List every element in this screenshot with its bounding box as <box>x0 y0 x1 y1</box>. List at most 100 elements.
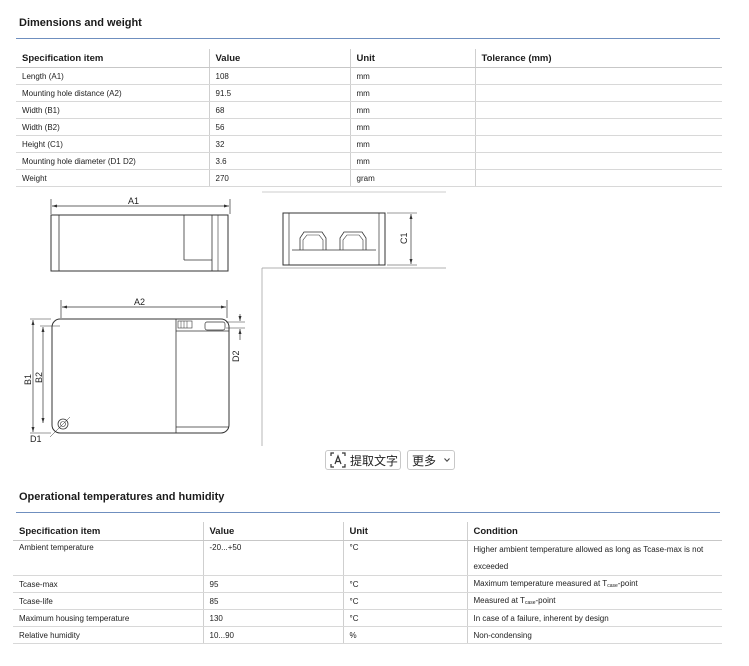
column-header: Specification item <box>16 49 209 68</box>
chevron-down-icon <box>444 458 450 463</box>
table-row: Height (C1) 32 mm <box>16 135 722 153</box>
column-header: Tolerance (mm) <box>474 49 722 68</box>
unit-cell: mm <box>349 118 475 136</box>
spec-item-cell: Width (B1) <box>16 101 209 119</box>
condition-line: exceeded <box>473 562 509 571</box>
value-cell: 270 <box>208 169 350 187</box>
extract-text-button[interactable]: 提取文字 <box>325 450 401 470</box>
unit-cell: mm <box>349 101 475 119</box>
extract-text-label: 提取文字 <box>350 453 399 468</box>
tolerance-cell <box>474 101 722 119</box>
spec-item-cell: Tcase-max <box>13 575 203 593</box>
condition-cell: Higher ambient temperature allowed as lo… <box>466 540 722 576</box>
unit-cell: °C <box>342 592 467 610</box>
spec-item-cell: Length (A1) <box>16 67 209 85</box>
dimensions-title-rule <box>16 38 720 39</box>
tolerance-cell <box>474 118 722 136</box>
unit-cell: mm <box>349 135 475 153</box>
value-cell: 3.6 <box>208 152 350 170</box>
tolerance-cell <box>474 152 722 170</box>
temperatures-section-title: Operational temperatures and humidity <box>19 491 225 503</box>
spec-item-cell: Tcase-life <box>13 592 203 610</box>
table-row: Tcase-life 85 °C Measured at Tcase-point <box>13 592 722 610</box>
condition-text: -point <box>535 596 556 605</box>
spec-item-cell: Width (B2) <box>16 118 209 136</box>
table-row: Weight 270 gram <box>16 169 722 187</box>
value-cell: 85 <box>202 592 343 610</box>
value-cell: 108 <box>208 67 350 85</box>
label-a1: A1 <box>128 196 139 206</box>
label-c1: C1 <box>399 232 409 244</box>
value-cell: 10...90 <box>202 626 343 644</box>
label-b1: B1 <box>23 374 33 385</box>
condition-subscript: case <box>524 600 536 606</box>
label-b2: B2 <box>34 372 44 383</box>
condition-text: -point <box>617 579 638 588</box>
condition-text: Maximum temperature measured at T <box>473 579 608 588</box>
table-row: Tcase-max 95 °C Maximum temperature meas… <box>13 575 722 593</box>
text-extract-icon <box>330 452 346 468</box>
table-row: Width (B1) 68 mm <box>16 101 722 119</box>
condition-cell: In case of a failure, inherent by design <box>466 609 722 627</box>
value-cell: 95 <box>202 575 343 593</box>
value-cell: 56 <box>208 118 350 136</box>
dimensions-section-title: Dimensions and weight <box>19 17 142 29</box>
value-cell: 32 <box>208 135 350 153</box>
table-row: Relative humidity 10...90 % Non-condensi… <box>13 626 722 644</box>
top-view: A2 B1 B2 D2 D1 <box>23 297 245 444</box>
table-row: Mounting hole diameter (D1 D2) 3.6 mm <box>16 152 722 170</box>
value-cell: -20...+50 <box>202 540 343 576</box>
column-header: Unit <box>342 522 467 541</box>
condition-text: Measured at T <box>473 596 525 605</box>
label-d1: D1 <box>30 434 42 444</box>
spec-item-cell: Mounting hole distance (A2) <box>16 84 209 102</box>
unit-cell: gram <box>349 169 475 187</box>
label-a2: A2 <box>134 297 145 307</box>
unit-cell: °C <box>342 609 467 627</box>
spec-item-cell: Height (C1) <box>16 135 209 153</box>
table-header-row: Specification item Value Unit Tolerance … <box>16 49 722 68</box>
value-cell: 91.5 <box>208 84 350 102</box>
spec-item-cell: Relative humidity <box>13 626 203 644</box>
tolerance-cell <box>474 135 722 153</box>
unit-cell: % <box>342 626 467 644</box>
more-label: 更多 <box>412 453 437 468</box>
spec-item-cell: Mounting hole diameter (D1 D2) <box>16 152 209 170</box>
unit-cell: °C <box>342 540 467 576</box>
column-header: Condition <box>466 522 722 541</box>
tolerance-cell <box>474 84 722 102</box>
column-header: Specification item <box>13 522 203 541</box>
column-header: Value <box>208 49 350 68</box>
table-header-row: Specification item Value Unit Condition <box>13 522 722 541</box>
condition-cell: Maximum temperature measured at Tcase-po… <box>466 575 722 593</box>
condition-line: Higher ambient temperature allowed as lo… <box>473 545 704 554</box>
table-row: Maximum housing temperature 130 °C In ca… <box>13 609 722 627</box>
tolerance-cell <box>474 67 722 85</box>
unit-cell: mm <box>349 152 475 170</box>
column-header: Value <box>202 522 343 541</box>
unit-cell: °C <box>342 575 467 593</box>
unit-cell: mm <box>349 67 475 85</box>
column-header: Unit <box>349 49 475 68</box>
condition-subscript: case <box>607 583 618 589</box>
side-view: A1 <box>50 196 231 272</box>
temperatures-title-rule <box>16 512 720 513</box>
more-button[interactable]: 更多 <box>407 450 455 470</box>
condition-cell: Measured at Tcase-point <box>466 592 722 610</box>
spec-item-cell: Ambient temperature <box>13 540 203 576</box>
dimension-drawing: A1 C1 A2 B1 B2 D2 D1 <box>23 191 446 446</box>
dimensions-table: Specification item Value Unit Tolerance … <box>16 49 722 187</box>
table-row: Length (A1) 108 mm <box>16 67 722 85</box>
temperatures-table: Specification item Value Unit Condition … <box>13 522 722 644</box>
spec-item-cell: Weight <box>16 169 209 187</box>
tolerance-cell <box>474 169 722 187</box>
value-cell: 68 <box>208 101 350 119</box>
unit-cell: mm <box>349 84 475 102</box>
table-row: Width (B2) 56 mm <box>16 118 722 136</box>
end-view: C1 <box>282 212 417 266</box>
spec-item-cell: Maximum housing temperature <box>13 609 203 627</box>
condition-cell: Non-condensing <box>466 626 722 644</box>
value-cell: 130 <box>202 609 343 627</box>
table-row: Ambient temperature -20...+50 °C Higher … <box>13 540 722 576</box>
label-d2: D2 <box>231 350 241 362</box>
